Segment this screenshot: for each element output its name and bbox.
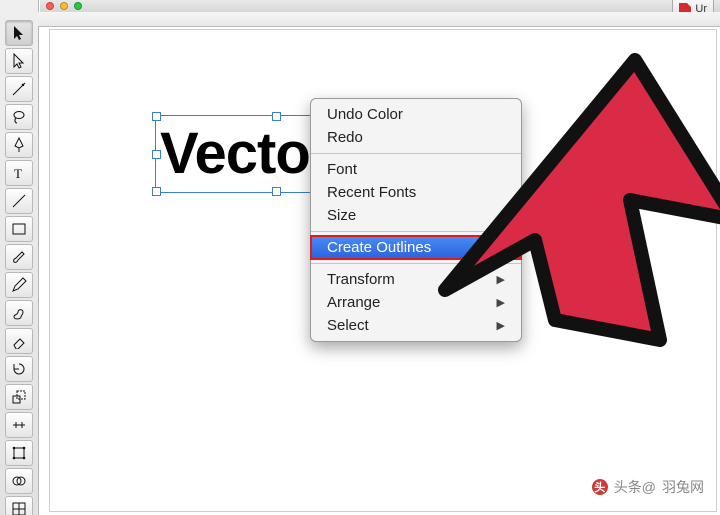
resize-handle-bl[interactable] [152,187,161,196]
resize-handle-ml[interactable] [152,150,161,159]
rotate-tool[interactable] [5,356,33,382]
pen-tool[interactable] [5,132,33,158]
menu-sep-1 [311,153,521,154]
menu-sep-2 [311,231,521,232]
watermark-name: 羽兔网 [662,477,704,497]
selection-tool[interactable] [5,20,33,46]
svg-text:T: T [14,166,22,181]
chevron-right-icon: ▶ [497,319,505,332]
menu-redo[interactable]: Redo [311,126,521,149]
watermark: 头 头条@ 羽兔网 [592,477,704,497]
lasso-tool[interactable] [5,104,33,130]
direct-selection-tool[interactable] [5,48,33,74]
resize-handle-tl[interactable] [152,112,161,121]
paintbrush-tool[interactable] [5,244,33,270]
minimize-window-button[interactable] [60,2,68,10]
line-tool[interactable] [5,188,33,214]
menu-recent-fonts[interactable]: Recent Fonts [311,181,521,204]
resize-handle-tm[interactable] [272,112,281,121]
pencil-tool[interactable] [5,272,33,298]
free-transform-tool[interactable] [5,440,33,466]
artboard[interactable]: Vecto Undo Color Redo Font Recent Fonts … [50,30,716,511]
menu-size[interactable]: Size [311,204,521,227]
window-controls [46,2,82,10]
context-menu: Undo Color Redo Font Recent Fonts Size C… [310,98,522,342]
resize-handle-bm[interactable] [272,187,281,196]
chevron-right-icon: ▶ [497,296,505,309]
horizontal-ruler [38,12,720,27]
eraser-tool[interactable] [5,328,33,354]
menu-create-outlines[interactable]: Create Outlines [311,236,521,259]
close-window-button[interactable] [46,2,54,10]
menu-undo[interactable]: Undo Color [311,103,521,126]
menu-sep-3 [311,263,521,264]
menu-select[interactable]: Select▶ [311,314,521,337]
app-window: T Ur Vecto [0,0,720,515]
zoom-window-button[interactable] [74,2,82,10]
width-tool[interactable] [5,412,33,438]
menu-arrange[interactable]: Arrange▶ [311,291,521,314]
tools-panel: T [0,0,39,515]
watermark-prefix: 头条@ [614,477,656,497]
magic-wand-tool[interactable] [5,76,33,102]
shape-builder-tool[interactable] [5,468,33,494]
mesh-tool[interactable] [5,496,33,515]
menu-font[interactable]: Font [311,158,521,181]
type-tool[interactable]: T [5,160,33,186]
scale-tool[interactable] [5,384,33,410]
rectangle-tool[interactable] [5,216,33,242]
blob-brush-tool[interactable] [5,300,33,326]
chevron-right-icon: ▶ [497,273,505,286]
watermark-icon: 头 [592,479,608,495]
menu-transform[interactable]: Transform▶ [311,268,521,291]
